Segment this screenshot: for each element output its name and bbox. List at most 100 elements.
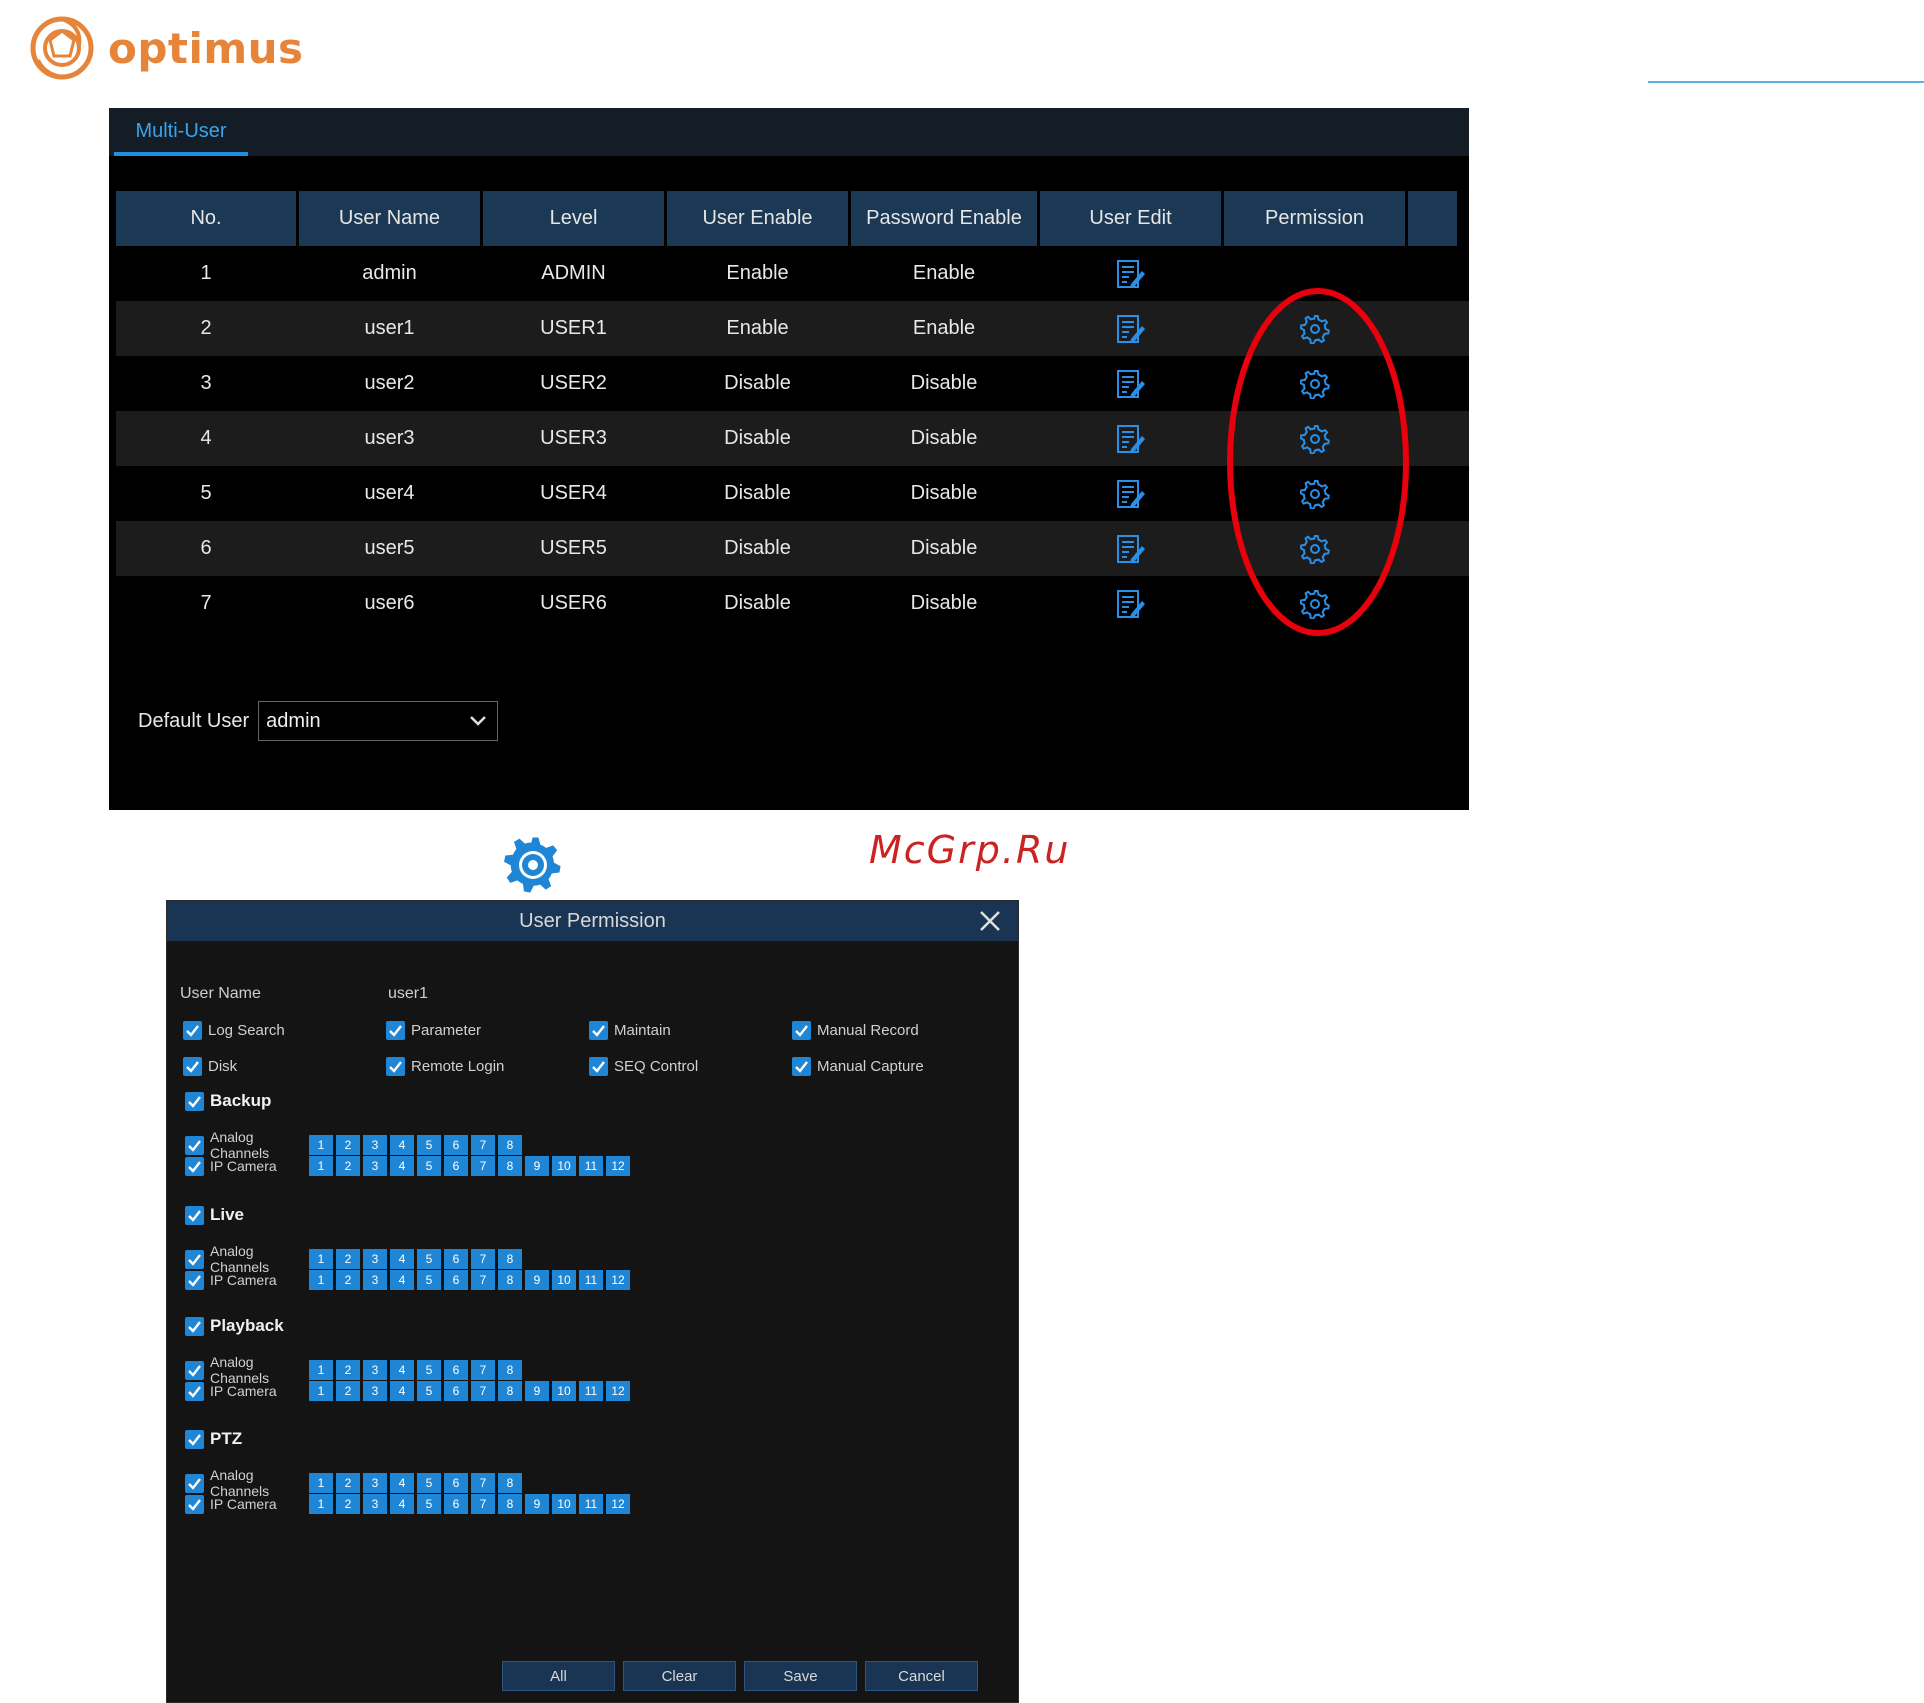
checkbox[interactable] <box>185 1429 204 1449</box>
channel-chip[interactable]: 2 <box>336 1135 360 1155</box>
permission-option[interactable]: Disk <box>183 1057 237 1076</box>
channel-chip[interactable]: 1 <box>309 1381 333 1401</box>
default-user-select[interactable]: admin <box>258 701 499 741</box>
channel-chip[interactable]: 5 <box>417 1360 441 1380</box>
channel-chip[interactable]: 7 <box>471 1156 495 1176</box>
channel-chip[interactable]: 3 <box>363 1494 387 1514</box>
checkbox[interactable] <box>185 1091 204 1111</box>
channel-chip[interactable]: 7 <box>471 1494 495 1514</box>
channel-chip[interactable]: 4 <box>390 1494 414 1514</box>
channel-chip[interactable]: 3 <box>363 1249 387 1269</box>
checkbox[interactable] <box>792 1057 811 1076</box>
permission-option[interactable]: SEQ Control <box>589 1057 698 1076</box>
channel-chip[interactable]: 10 <box>552 1381 576 1401</box>
channel-chip[interactable]: 12 <box>606 1381 630 1401</box>
channel-chip[interactable]: 5 <box>417 1249 441 1269</box>
channel-chip[interactable]: 7 <box>471 1473 495 1493</box>
channel-chip[interactable]: 4 <box>390 1249 414 1269</box>
permission-option[interactable]: Maintain <box>589 1021 671 1040</box>
channel-chip[interactable]: 4 <box>390 1473 414 1493</box>
cancel-button[interactable]: Cancel <box>865 1661 978 1691</box>
edit-icon[interactable] <box>1115 423 1147 455</box>
checkbox[interactable] <box>185 1249 204 1269</box>
channel-chip[interactable]: 1 <box>309 1360 333 1380</box>
channel-chip[interactable]: 1 <box>309 1249 333 1269</box>
edit-icon[interactable] <box>1115 588 1147 620</box>
tab-multi-user[interactable]: Multi-User <box>114 108 248 156</box>
channel-chip[interactable]: 10 <box>552 1494 576 1514</box>
channel-chip[interactable]: 2 <box>336 1249 360 1269</box>
channel-chip[interactable]: 5 <box>417 1135 441 1155</box>
edit-icon[interactable] <box>1115 533 1147 565</box>
checkbox[interactable] <box>386 1057 405 1076</box>
channel-chip[interactable]: 9 <box>525 1381 549 1401</box>
channel-chip[interactable]: 1 <box>309 1473 333 1493</box>
channel-chip[interactable]: 7 <box>471 1381 495 1401</box>
checkbox[interactable] <box>185 1316 204 1336</box>
edit-icon[interactable] <box>1115 478 1147 510</box>
channel-chip[interactable]: 11 <box>579 1381 603 1401</box>
channel-chip[interactable]: 7 <box>471 1249 495 1269</box>
channel-chip[interactable]: 5 <box>417 1473 441 1493</box>
channel-chip[interactable]: 4 <box>390 1135 414 1155</box>
edit-icon[interactable] <box>1115 368 1147 400</box>
channel-chip[interactable]: 4 <box>390 1360 414 1380</box>
channel-chip[interactable]: 12 <box>606 1494 630 1514</box>
channel-chip[interactable]: 11 <box>579 1270 603 1290</box>
channel-chip[interactable]: 11 <box>579 1494 603 1514</box>
channel-chip[interactable]: 3 <box>363 1135 387 1155</box>
channel-chip[interactable]: 1 <box>309 1270 333 1290</box>
channel-chip[interactable]: 4 <box>390 1156 414 1176</box>
channel-chip[interactable]: 10 <box>552 1270 576 1290</box>
channel-chip[interactable]: 2 <box>336 1270 360 1290</box>
section-ptz[interactable]: PTZ <box>185 1429 242 1449</box>
clear-button[interactable]: Clear <box>623 1661 736 1691</box>
channel-chip[interactable]: 8 <box>498 1494 522 1514</box>
channel-chip[interactable]: 1 <box>309 1494 333 1514</box>
channel-chip[interactable]: 6 <box>444 1135 468 1155</box>
edit-icon[interactable] <box>1115 313 1147 345</box>
channel-chip[interactable]: 3 <box>363 1381 387 1401</box>
section-live[interactable]: Live <box>185 1205 244 1225</box>
channel-chip[interactable]: 8 <box>498 1249 522 1269</box>
channel-chip[interactable]: 3 <box>363 1156 387 1176</box>
channel-chip[interactable]: 6 <box>444 1381 468 1401</box>
channel-chip[interactable]: 4 <box>390 1270 414 1290</box>
ip-camera-row-toggle[interactable]: IP Camera <box>185 1156 309 1176</box>
channel-chip[interactable]: 5 <box>417 1381 441 1401</box>
checkbox[interactable] <box>185 1135 204 1155</box>
checkbox[interactable] <box>183 1057 202 1076</box>
channel-chip[interactable]: 2 <box>336 1494 360 1514</box>
permission-option[interactable]: Parameter <box>386 1021 481 1040</box>
all-button[interactable]: All <box>502 1661 615 1691</box>
permission-option[interactable]: Log Search <box>183 1021 285 1040</box>
channel-chip[interactable]: 8 <box>498 1156 522 1176</box>
channel-chip[interactable]: 9 <box>525 1270 549 1290</box>
channel-chip[interactable]: 12 <box>606 1270 630 1290</box>
ip-camera-row-toggle[interactable]: IP Camera <box>185 1381 309 1401</box>
checkbox[interactable] <box>183 1021 202 1040</box>
channel-chip[interactable]: 5 <box>417 1156 441 1176</box>
channel-chip[interactable]: 2 <box>336 1473 360 1493</box>
channel-chip[interactable]: 8 <box>498 1381 522 1401</box>
channel-chip[interactable]: 2 <box>336 1360 360 1380</box>
channel-chip[interactable]: 3 <box>363 1473 387 1493</box>
checkbox[interactable] <box>185 1205 204 1225</box>
checkbox[interactable] <box>185 1473 204 1493</box>
channel-chip[interactable]: 6 <box>444 1473 468 1493</box>
channel-chip[interactable]: 10 <box>552 1156 576 1176</box>
checkbox[interactable] <box>185 1381 204 1401</box>
ip-camera-row-toggle[interactable]: IP Camera <box>185 1270 309 1290</box>
checkbox[interactable] <box>185 1494 204 1514</box>
checkbox[interactable] <box>589 1021 608 1040</box>
channel-chip[interactable]: 1 <box>309 1156 333 1176</box>
channel-chip[interactable]: 8 <box>498 1270 522 1290</box>
channel-chip[interactable]: 6 <box>444 1494 468 1514</box>
permission-option[interactable]: Manual Capture <box>792 1057 924 1076</box>
checkbox[interactable] <box>792 1021 811 1040</box>
channel-chip[interactable]: 4 <box>390 1381 414 1401</box>
channel-chip[interactable]: 8 <box>498 1473 522 1493</box>
permission-option[interactable]: Manual Record <box>792 1021 919 1040</box>
channel-chip[interactable]: 6 <box>444 1156 468 1176</box>
channel-chip[interactable]: 5 <box>417 1494 441 1514</box>
